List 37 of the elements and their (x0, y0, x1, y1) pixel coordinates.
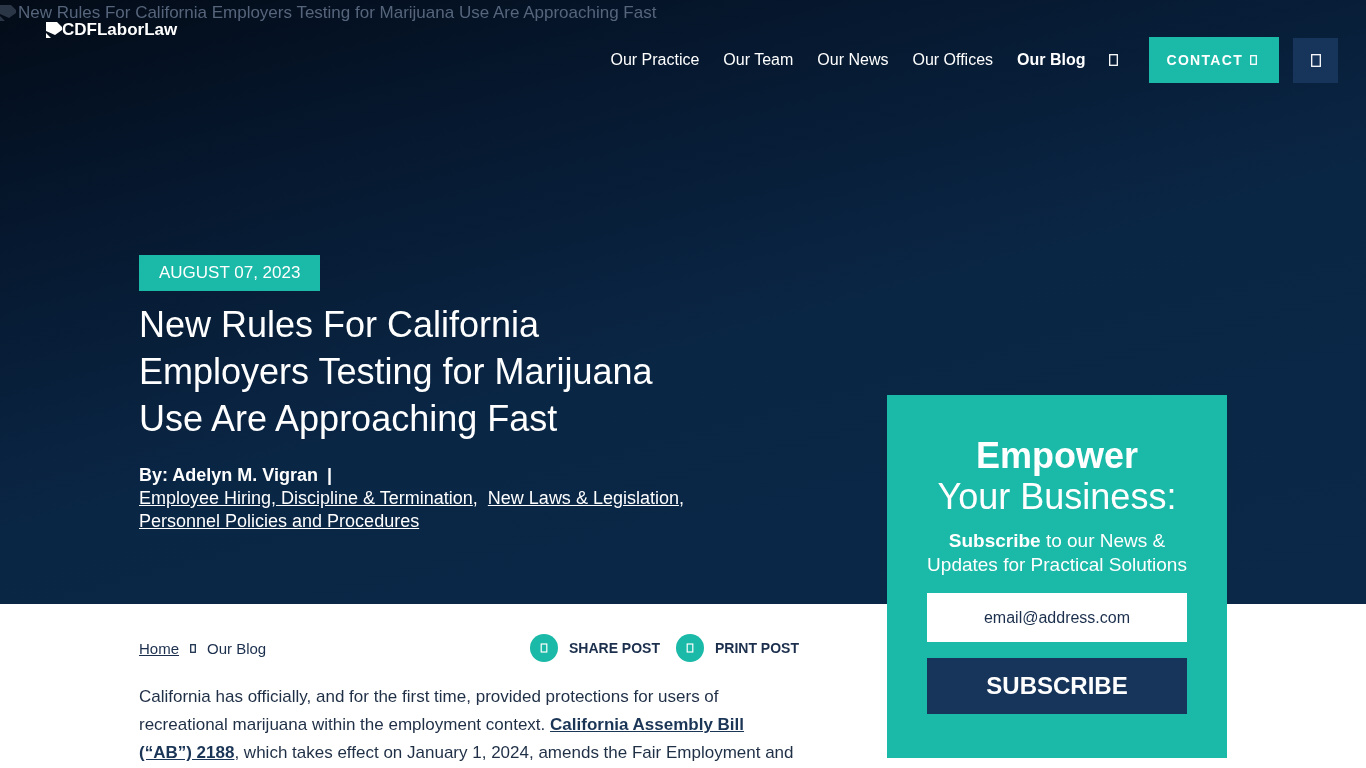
circle-glyph-icon (529, 634, 558, 662)
box-glyph-icon (190, 643, 196, 653)
separator-text: , (472, 488, 478, 508)
breadcrumb-link[interactable]: Home (139, 639, 179, 657)
bill-link[interactable]: (“AB”) 2188 (139, 743, 235, 762)
logo-link[interactable]: CDFLaborLaw (46, 21, 178, 38)
circle-glyph-icon (676, 634, 704, 662)
menu-button[interactable] (1293, 37, 1338, 83)
post-date: AUGUST 07, 2023 (139, 255, 321, 291)
box-glyph-icon[interactable] (1108, 54, 1118, 66)
post-action-link[interactable]: PRINT POST (676, 634, 799, 662)
nav-link[interactable]: Our Blog (1017, 51, 1086, 69)
category-link[interactable]: New Laws & Legislation (487, 488, 679, 508)
image-alt-text: New Rules For California Employers Testing for Marijuana Use Are Approaching Fast (18, 4, 657, 22)
subscribe-subheading: Your Business: (936, 476, 1178, 517)
bill-link[interactable]: California Assembly Bill (550, 715, 745, 734)
separator-text: | (327, 465, 333, 485)
box-glyph-icon (1250, 55, 1257, 65)
nav-link[interactable]: Our Offices (912, 51, 994, 69)
breadcrumb-current: Our Blog (207, 639, 267, 657)
subscribe-text: Subscribe to our News & Updates for Practical Solutions (926, 529, 1188, 577)
nav-link[interactable]: Our Practice (610, 51, 700, 69)
article-title: New Rules For California Employers Testing for Marijuana Use Are Approaching Fast (139, 303, 654, 441)
category-link[interactable]: Employee Hiring, Discipline & Termination (139, 488, 473, 508)
broken-image-icon (46, 22, 62, 38)
subscribe-button[interactable]: SUBSCRIBE (927, 658, 1187, 714)
email-field[interactable]: email@address.com (927, 593, 1187, 642)
category-link[interactable]: Personnel Policies and Procedures (139, 511, 420, 531)
box-glyph-icon (1310, 53, 1321, 67)
post-action-link[interactable]: SHARE POST (529, 634, 660, 662)
separator-text: , (678, 488, 684, 508)
author-name: By: Adelyn M. Vigran (139, 465, 319, 485)
nav-link[interactable]: Our News (817, 51, 889, 69)
article-paragraph: California has officially, and for the first time, provided protections for users of recreational marijuana within the employment context. California Assembly Bill (“AB”) 2188, which takes effect on January 1, 2024, amends the Fair Employment and (139, 686, 795, 764)
subscribe-heading: Empower (974, 435, 1139, 476)
broken-image-icon (0, 5, 16, 21)
nav-link[interactable]: Our Team (723, 51, 794, 69)
